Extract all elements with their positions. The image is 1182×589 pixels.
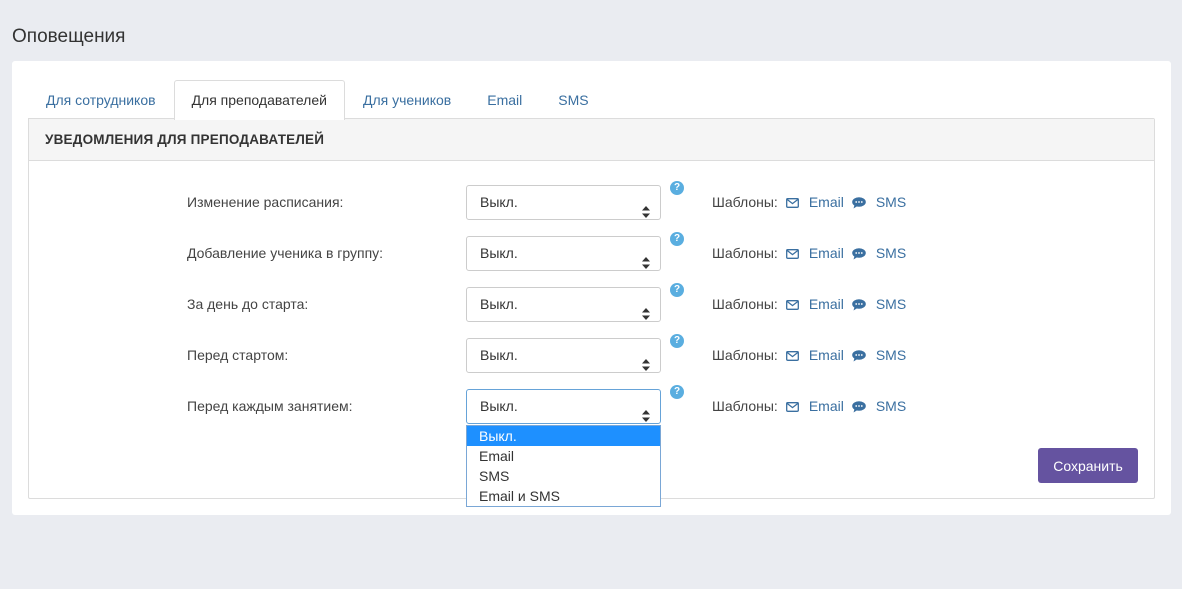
notification-row-before-start: Перед стартом: Выкл.? Шаблоны: Email SMS: [29, 334, 1154, 373]
select-arrows-icon: [642, 350, 650, 371]
select-arrows-icon: [642, 401, 650, 422]
tab-email[interactable]: Email: [469, 80, 540, 119]
tab-bar: Для сотрудников Для преподавателей Для у…: [28, 80, 607, 120]
question-circle-icon[interactable]: ?: [670, 334, 684, 348]
templates-group: Шаблоны: Email SMS: [712, 185, 906, 220]
envelope-icon: [785, 299, 804, 310]
row-label: За день до старта:: [187, 296, 309, 312]
templates-label: Шаблоны:: [712, 347, 778, 363]
panel-heading: УВЕДОМЛЕНИЯ ДЛЯ ПРЕПОДАВАТЕЛЕЙ: [29, 119, 1154, 161]
notification-row-day-before-start: За день до старта: Выкл.? Шаблоны: Email SMS: [29, 283, 1154, 322]
sms-template-link[interactable]: SMS: [852, 287, 906, 322]
envelope-icon: [785, 401, 804, 412]
chat-bubble-icon: [852, 400, 871, 413]
page-title: Оповещения: [12, 26, 126, 47]
templates-label: Шаблоны:: [712, 296, 778, 312]
select-value: Выкл.: [480, 347, 518, 363]
row-label: Добавление ученика в группу:: [187, 245, 384, 261]
sms-template-link[interactable]: SMS: [852, 236, 906, 271]
dropdown-option-email-and-sms[interactable]: Email и SMS: [467, 486, 660, 506]
tab-staff[interactable]: Для сотрудников: [28, 80, 174, 119]
select-value: Выкл.: [480, 194, 518, 210]
email-template-label: Email: [808, 296, 844, 312]
question-circle-icon[interactable]: ?: [670, 181, 684, 195]
select-value: Выкл.: [480, 245, 518, 261]
email-template-link[interactable]: Email: [785, 338, 844, 373]
email-template-link[interactable]: Email: [785, 236, 844, 271]
chat-bubble-icon: [852, 247, 871, 260]
notification-select[interactable]: Выкл.: [466, 185, 661, 220]
sms-template-label: SMS: [875, 398, 907, 414]
email-template-label: Email: [808, 194, 844, 210]
dropdown-option-email[interactable]: Email: [467, 446, 660, 466]
question-circle-icon[interactable]: ?: [670, 283, 684, 297]
notification-select[interactable]: Выкл.: [466, 338, 661, 373]
select-arrows-icon: [642, 197, 650, 218]
notifications-card: Для сотрудников Для преподавателей Для у…: [12, 61, 1171, 515]
sms-template-label: SMS: [875, 194, 907, 210]
select-value: Выкл.: [480, 296, 518, 312]
row-label: Перед стартом:: [187, 347, 289, 363]
notification-row-schedule-change: Изменение расписания: Выкл.? Шаблоны: Email…: [29, 181, 1154, 220]
dropdown-option-sms[interactable]: SMS: [467, 466, 660, 486]
teachers-notifications-panel: УВЕДОМЛЕНИЯ ДЛЯ ПРЕПОДАВАТЕЛЕЙ Изменение…: [28, 118, 1155, 507]
row-label: Перед каждым занятием:: [187, 398, 353, 414]
notification-select-dropdown: Выкл. Email SMS Email и SMS: [466, 425, 661, 507]
select-arrows-icon: [642, 248, 650, 269]
notification-row-before-each-lesson: Перед каждым занятием: Выкл.? Шаблоны: Emai…: [29, 385, 1154, 424]
templates-group: Шаблоны: Email SMS: [712, 338, 906, 373]
question-circle-icon[interactable]: ?: [670, 385, 684, 399]
chat-bubble-icon: [852, 298, 871, 311]
chat-bubble-icon: [852, 349, 871, 362]
email-template-label: Email: [808, 398, 844, 414]
tab-teachers[interactable]: Для преподавателей: [173, 80, 345, 120]
sms-template-label: SMS: [875, 347, 907, 363]
notification-select[interactable]: Выкл.: [466, 389, 661, 424]
row-label: Изменение расписания:: [187, 194, 344, 210]
envelope-icon: [785, 350, 804, 361]
question-circle-icon[interactable]: ?: [670, 232, 684, 246]
save-button[interactable]: Сохранить: [1038, 448, 1138, 483]
templates-group: Шаблоны: Email SMS: [712, 287, 906, 322]
select-arrows-icon: [642, 299, 650, 320]
templates-group: Шаблоны: Email SMS: [712, 236, 906, 271]
envelope-icon: [785, 248, 804, 259]
notification-row-student-added: Добавление ученика в группу: Выкл.? Шаблон…: [29, 232, 1154, 271]
email-template-link[interactable]: Email: [785, 389, 844, 424]
templates-label: Шаблоны:: [712, 245, 778, 261]
notification-select[interactable]: Выкл.: [466, 287, 661, 322]
envelope-icon: [785, 197, 804, 208]
sms-template-label: SMS: [875, 296, 907, 312]
dropdown-option-off[interactable]: Выкл.: [467, 426, 660, 446]
email-template-label: Email: [808, 245, 844, 261]
email-template-link[interactable]: Email: [785, 287, 844, 322]
tab-sms[interactable]: SMS: [540, 80, 606, 119]
templates-label: Шаблоны:: [712, 194, 778, 210]
email-template-link[interactable]: Email: [785, 185, 844, 220]
select-value: Выкл.: [480, 398, 518, 414]
sms-template-link[interactable]: SMS: [852, 389, 906, 424]
email-template-label: Email: [808, 347, 844, 363]
sms-template-link[interactable]: SMS: [852, 338, 906, 373]
sms-template-link[interactable]: SMS: [852, 185, 906, 220]
templates-label: Шаблоны:: [712, 398, 778, 414]
sms-template-label: SMS: [875, 245, 907, 261]
templates-group: Шаблоны: Email SMS: [712, 389, 906, 424]
chat-bubble-icon: [852, 196, 871, 209]
tab-students[interactable]: Для учеников: [345, 80, 469, 119]
notification-select[interactable]: Выкл.: [466, 236, 661, 271]
